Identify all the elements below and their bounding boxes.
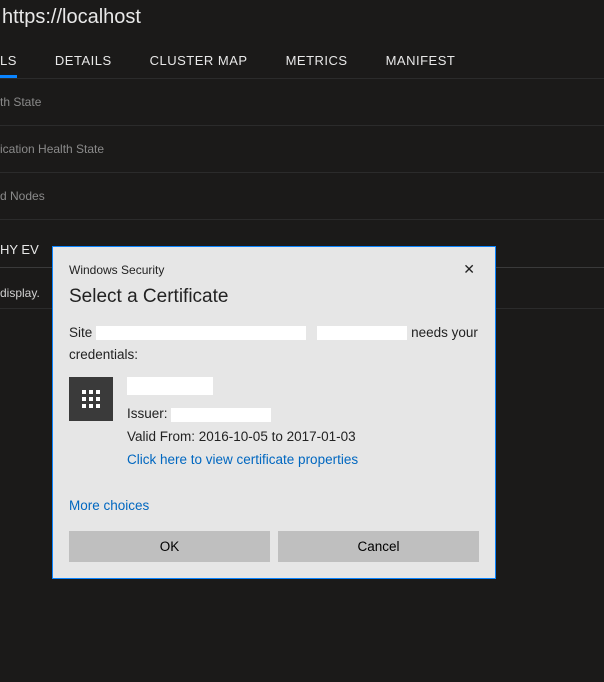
tab-bar: LS DETAILS CLUSTER MAP METRICS MANIFEST xyxy=(0,39,604,79)
dialog-title: Select a Certificate xyxy=(69,286,479,322)
cancel-button[interactable]: Cancel xyxy=(278,531,479,562)
redacted-site-2 xyxy=(317,326,407,340)
redacted-site xyxy=(96,326,306,340)
url-bar: https://localhost xyxy=(0,0,604,39)
tab-cluster-map[interactable]: CLUSTER MAP xyxy=(150,49,248,78)
dialog-header-text: Windows Security xyxy=(69,263,164,277)
item-list: th State ication Health State d Nodes xyxy=(0,79,604,220)
certificate-item[interactable]: Issuer: Valid From: 2016-10-05 to 2017-0… xyxy=(69,377,479,486)
dialog-buttons: OK Cancel xyxy=(69,531,479,562)
ok-button[interactable]: OK xyxy=(69,531,270,562)
view-cert-properties-link[interactable]: Click here to view certificate propertie… xyxy=(127,449,358,472)
list-item: ication Health State xyxy=(0,126,604,173)
msg-prefix: Site xyxy=(69,325,92,340)
issuer-label: Issuer: xyxy=(127,406,168,421)
close-icon[interactable]: ✕ xyxy=(459,259,479,280)
certificate-icon xyxy=(69,377,113,421)
certificate-dialog: Windows Security ✕ Select a Certificate … xyxy=(52,246,496,579)
valid-dates: Valid From: 2016-10-05 to 2017-01-03 xyxy=(127,426,358,449)
tab-details[interactable]: DETAILS xyxy=(55,49,112,78)
redacted-cert-name xyxy=(127,377,213,395)
list-item: d Nodes xyxy=(0,173,604,220)
tab-metrics[interactable]: METRICS xyxy=(286,49,348,78)
dialog-message: Site needs your credentials: xyxy=(69,322,479,377)
tab-manifest[interactable]: MANIFEST xyxy=(386,49,456,78)
list-item: th State xyxy=(0,79,604,126)
redacted-issuer xyxy=(171,408,271,422)
certificate-info: Issuer: Valid From: 2016-10-05 to 2017-0… xyxy=(127,377,358,472)
more-choices-link[interactable]: More choices xyxy=(69,486,479,531)
tab-essentials[interactable]: LS xyxy=(0,49,17,78)
